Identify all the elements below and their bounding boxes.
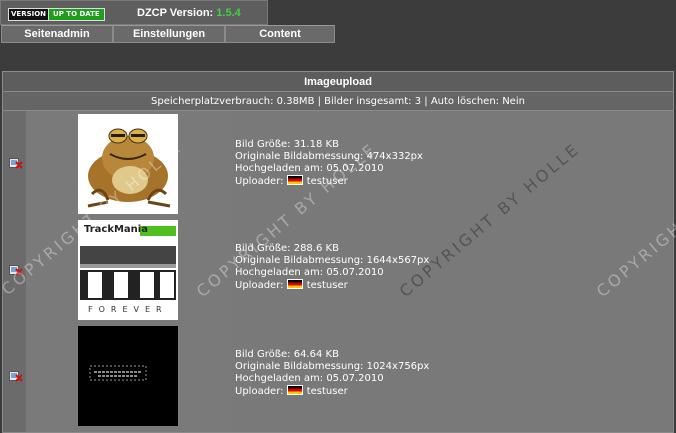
admin-nav: Seitenadmin Einstellungen Content [1,25,335,43]
german-flag-icon [286,175,303,185]
image-upload-date: Hochgeladen am: 05.07.2010 [235,267,384,278]
thumb-subtitle: FOREVER [88,305,168,314]
nav-einstellungen[interactable]: Einstellungen [113,25,225,43]
image-list: Bild Größe: 31.18 KB Originale Bildabmes… [3,111,673,432]
uploader-name[interactable]: testuser [307,386,348,397]
image-size: Bild Größe: 288.6 KB [235,243,339,254]
version-bar: VERSION UP TO DATE DZCP Version: 1.5.4 [0,0,268,25]
image-thumbnail[interactable]: TrackMania FOREVER [78,220,178,320]
image-details: Bild Größe: 64.64 KB Originale Bildabmes… [235,349,429,398]
image-size: Bild Größe: 64.64 KB [235,349,339,360]
nav-seitenadmin[interactable]: Seitenadmin [1,25,113,43]
image-thumbnail[interactable] [78,114,178,214]
nav-content[interactable]: Content [225,25,335,43]
image-size: Bild Größe: 31.18 KB [235,139,339,150]
image-row: TrackMania FOREVER Bild Größe: 288.6 KB … [3,217,673,323]
uploader-name[interactable]: testuser [307,176,348,187]
uploader-label: Uploader: [235,176,284,187]
image-upload-date: Hochgeladen am: 05.07.2010 [235,373,384,384]
dzcp-version-label: DZCP Version: [137,7,214,19]
image-uploader: Uploader: testuser [235,385,429,398]
german-flag-icon [286,385,303,395]
panel-title: Imageupload [3,72,673,92]
image-uploader: Uploader: testuser [235,279,429,292]
imageupload-panel: Imageupload Speicherplatzverbrauch: 0.38… [2,71,674,433]
german-flag-icon [286,279,303,289]
image-dimensions: Originale Bildabmessung: 474x332px [235,151,423,162]
version-badge: VERSION UP TO DATE [8,8,105,21]
version-badge-status: UP TO DATE [48,9,104,20]
dzcp-version: DZCP Version: 1.5.4 [137,7,241,19]
dzcp-version-number: 1.5.4 [216,7,241,19]
delete-icon[interactable] [9,264,23,276]
image-dimensions: Originale Bildabmessung: 1024x756px [235,361,430,372]
uploader-label: Uploader: [235,280,284,291]
thumb-title: TrackMania [84,224,148,235]
image-details: Bild Größe: 288.6 KB Originale Bildabmes… [235,243,429,292]
uploader-name[interactable]: testuser [307,280,348,291]
image-dimensions: Originale Bildabmessung: 1644x567px [235,255,430,266]
image-uploader: Uploader: testuser [235,175,423,188]
version-badge-label: VERSION [9,9,49,20]
delete-icon[interactable] [9,370,23,382]
image-details: Bild Größe: 31.18 KB Originale Bildabmes… [235,139,423,188]
image-upload-date: Hochgeladen am: 05.07.2010 [235,163,384,174]
uploader-label: Uploader: [235,386,284,397]
toad-image [78,114,178,214]
dark-logo-image [78,326,178,426]
delete-icon[interactable] [9,157,23,169]
panel-stats: Speicherplatzverbrauch: 0.38MB | Bilder … [3,92,673,111]
image-thumbnail[interactable] [78,326,178,426]
image-row: Bild Größe: 31.18 KB Originale Bildabmes… [3,111,673,217]
image-row: Bild Größe: 64.64 KB Originale Bildabmes… [3,323,673,429]
